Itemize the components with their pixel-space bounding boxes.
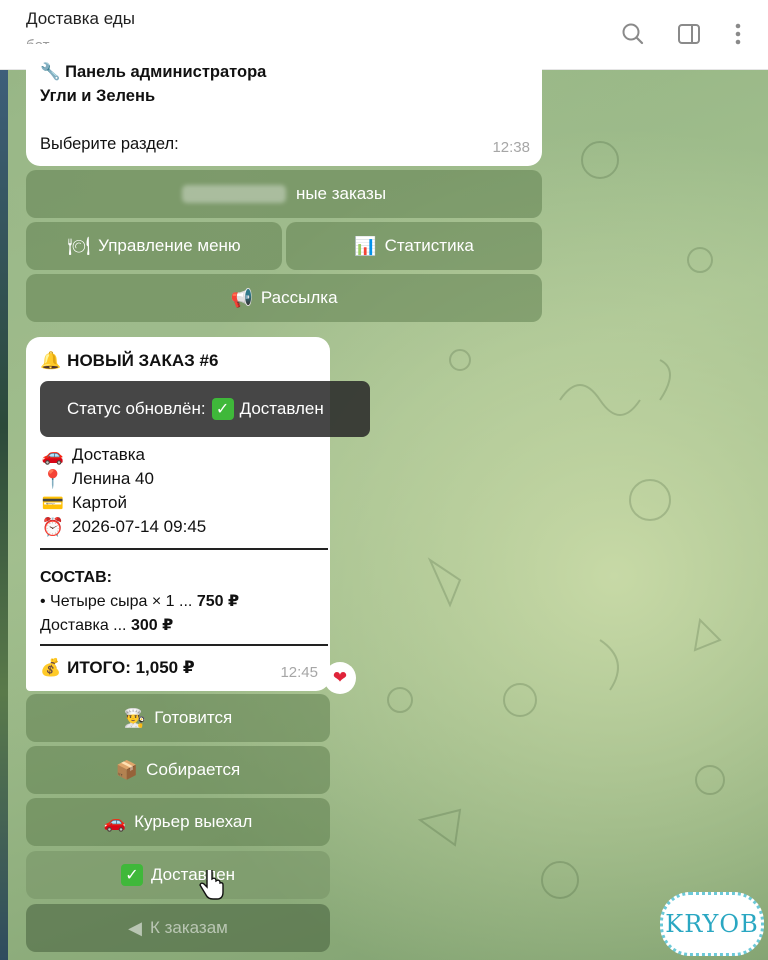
broadcast-button-label: Рассылка xyxy=(260,288,338,307)
broadcast-button[interactable]: 📢 Рассылка xyxy=(26,274,542,322)
status-cooking-button[interactable]: 👨‍🍳 Готовится xyxy=(26,694,330,742)
divider xyxy=(40,548,328,550)
package-icon: 📦 xyxy=(115,760,139,780)
search-icon[interactable] xyxy=(618,19,648,49)
watermark-logo: KRYOB xyxy=(660,892,764,956)
car-icon: 🚗 xyxy=(103,812,127,832)
address-row: 📍 Ленина 40 xyxy=(41,469,154,489)
chef-icon: 👨‍🍳 xyxy=(123,708,147,728)
divider xyxy=(40,644,328,646)
bar-chart-icon: 📊 xyxy=(354,236,377,256)
restaurant-name: Угли и Зелень xyxy=(40,87,156,105)
megaphone-icon: 📢 xyxy=(230,288,253,308)
orders-button[interactable]: ные заказы xyxy=(26,170,542,218)
menu-button-label: Управление меню xyxy=(98,236,241,255)
menu-management-button[interactable]: 🍽 Управление меню xyxy=(26,222,282,270)
money-bag-icon: 💰 xyxy=(40,658,62,677)
card-icon: 💳 xyxy=(41,493,65,513)
toast-status: Доставлен xyxy=(239,399,324,418)
order-total: 💰 ИТОГО: 1,050 ₽ xyxy=(40,656,195,680)
choose-section-text: Выберите раздел: xyxy=(40,135,179,153)
back-arrow-icon: ◀ xyxy=(128,918,142,938)
statistics-button[interactable]: 📊 Статистика xyxy=(286,222,542,270)
status-courier-button[interactable]: 🚗 Курьер выехал xyxy=(26,798,330,846)
composition-label: СОСТАВ: xyxy=(40,569,112,586)
back-to-orders-button[interactable]: ◀ К заказам xyxy=(26,904,330,952)
payment-row: 💳 Картой xyxy=(41,493,127,513)
plate-icon: 🍽 xyxy=(67,236,91,256)
bell-icon: 🔔 xyxy=(40,351,62,370)
toast-text: Статус обновлён: xyxy=(67,399,206,418)
back-label: К заказам xyxy=(149,918,228,937)
watermark-text: KRYOB xyxy=(665,910,759,938)
status-toast: Статус обновлён: ✓ Доставлен xyxy=(40,381,370,437)
courier-label: Курьер выехал xyxy=(134,812,253,831)
orders-button-label: ные заказы xyxy=(295,184,387,203)
window-left-edge xyxy=(0,70,8,960)
delivery-cost: Доставка ... 300 ₽ xyxy=(40,617,174,634)
wrench-icon: 🔧 xyxy=(40,63,61,81)
alarm-clock-icon: ⏰ xyxy=(41,517,65,537)
car-icon: 🚗 xyxy=(41,445,65,465)
stats-button-label: Статистика xyxy=(384,236,474,255)
check-icon: ✓ xyxy=(120,864,143,886)
packing-label: Собирается xyxy=(146,760,241,779)
order-details: 🚗 Доставка 📍 Ленина 40 💳 Картой ⏰ 2026-07-14… xyxy=(40,443,206,539)
hand-cursor-icon xyxy=(199,870,224,900)
more-vertical-icon[interactable] xyxy=(723,19,753,49)
check-icon: ✓ xyxy=(211,398,234,420)
order-item: • Четыре сыра × 1 ... 750 ₽ xyxy=(40,593,240,610)
chat-title[interactable]: Доставка еды xyxy=(26,9,135,29)
message-time: 12:45 xyxy=(280,664,318,681)
order-title: 🔔 НОВЫЙ ЗАКАЗ #6 xyxy=(40,349,316,373)
admin-title-line: 🔧 Панель администратора xyxy=(40,63,267,81)
delivery-type-row: 🚗 Доставка xyxy=(41,445,146,465)
admin-panel-message: 🔧 Панель администратора Угли и Зелень Вы… xyxy=(26,44,542,166)
datetime-row: ⏰ 2026-07-14 09:45 xyxy=(41,517,207,537)
pin-icon: 📍 xyxy=(41,469,65,489)
cooking-label: Готовится xyxy=(154,708,233,727)
message-time: 12:38 xyxy=(492,139,530,156)
order-composition: СОСТАВ: • Четыре сыра × 1 ... 750 ₽ Дост… xyxy=(40,566,239,638)
sidebar-toggle-icon[interactable] xyxy=(674,19,704,49)
heart-reaction[interactable]: ❤ xyxy=(324,662,356,694)
status-delivered-button[interactable]: ✓ Доставлен xyxy=(26,851,330,899)
blurred-label xyxy=(181,185,286,203)
status-packing-button[interactable]: 📦 Собирается xyxy=(26,746,330,794)
